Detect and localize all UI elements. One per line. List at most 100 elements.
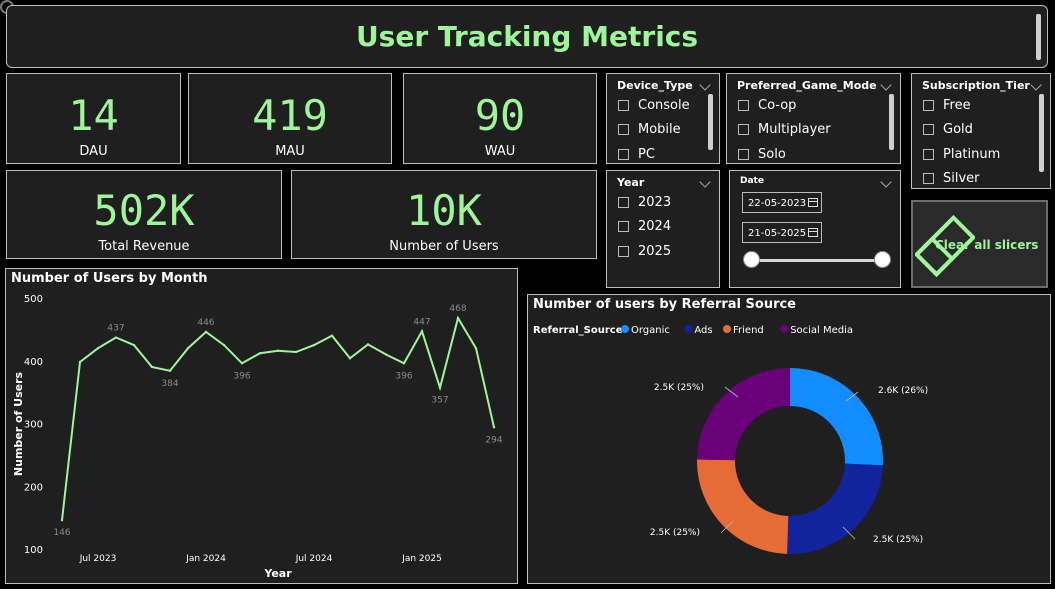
donut-slice	[787, 463, 883, 554]
kpi-value: 419	[252, 91, 328, 140]
kpi-label: MAU	[275, 144, 305, 159]
date-range-track	[752, 259, 884, 262]
legend-swatch	[621, 325, 629, 333]
title-scrollbar[interactable]	[1036, 14, 1041, 60]
clear-all-slicers-button[interactable]: Clear all slicers	[911, 200, 1048, 288]
slicer-option-multiplayer[interactable]: Multiplayer	[738, 122, 831, 137]
x-tick-label: Jan 2024	[185, 554, 226, 564]
slicer-option-2023[interactable]: 2023	[618, 195, 671, 210]
slicer-scrollbar[interactable]	[1039, 94, 1044, 172]
option-label: Free	[943, 98, 971, 113]
slicer-option-console[interactable]: Console	[618, 98, 690, 113]
chevron-down-icon[interactable]	[699, 79, 711, 91]
slicer-option-silver[interactable]: Silver	[923, 171, 980, 186]
slicer-option-pc[interactable]: PC	[618, 147, 655, 162]
slicer-date: Date 22-05-2023 21-05-2025	[729, 170, 901, 288]
chevron-down-icon[interactable]	[1030, 79, 1042, 91]
date-range-start-handle[interactable]	[743, 251, 760, 268]
slicer-title: Date	[740, 176, 764, 186]
data-point	[168, 369, 172, 372]
calendar-icon[interactable]	[808, 198, 818, 207]
slicer-title: Subscription_Tier	[922, 79, 1030, 92]
data-point	[294, 350, 298, 354]
checkbox[interactable]	[738, 100, 749, 111]
kpi-label: Number of Users	[389, 239, 499, 254]
data-point	[204, 330, 208, 334]
donut-chart-svg: Referral_Source Organic Ads Friend Social Me…	[533, 325, 928, 554]
checkbox[interactable]	[618, 149, 629, 160]
data-point	[420, 330, 424, 333]
option-label: PC	[638, 147, 655, 162]
slicer-option-2024[interactable]: 2024	[618, 219, 671, 234]
date-start-input[interactable]: 22-05-2023	[742, 192, 822, 213]
data-label: 384	[161, 379, 178, 389]
checkbox[interactable]	[618, 221, 629, 232]
legend-label: Friend	[733, 325, 764, 336]
kpi-card-mau: 419 MAU	[188, 73, 392, 164]
slicer-title: Preferred_Game_Mode	[737, 79, 877, 92]
data-point	[114, 336, 118, 339]
slicer-option-platinum[interactable]: Platinum	[923, 147, 1000, 162]
slicer-option-2025[interactable]: 2025	[618, 244, 671, 259]
legend-swatch	[723, 325, 731, 333]
option-label: 2025	[638, 244, 672, 259]
data-point	[96, 347, 100, 350]
checkbox[interactable]	[923, 100, 934, 111]
chevron-down-icon[interactable]	[880, 79, 892, 91]
kpi-value: 14	[68, 91, 119, 140]
data-label: 357	[431, 396, 448, 406]
kpi-card-users: 10K Number of Users	[291, 170, 597, 259]
checkbox[interactable]	[618, 246, 629, 257]
date-end-input[interactable]: 21-05-2025	[742, 222, 822, 243]
calendar-icon[interactable]	[808, 228, 818, 237]
slicer-device-type: Device_Type Console Mobile PC	[606, 73, 720, 164]
checkbox[interactable]	[618, 100, 629, 111]
chevron-down-icon[interactable]	[880, 176, 892, 188]
data-point	[330, 334, 334, 337]
slicer-game-mode: Preferred_Game_Mode Co-op Multiplayer So…	[726, 73, 901, 164]
legend-label: Social Media	[790, 325, 853, 336]
checkbox[interactable]	[923, 124, 934, 135]
data-point	[348, 357, 352, 360]
slicer-option-mobile[interactable]: Mobile	[618, 122, 681, 137]
legend-swatch	[684, 325, 693, 333]
legend-swatch	[780, 325, 789, 333]
checkbox[interactable]	[618, 197, 629, 208]
line-chart-svg: 100 200 300 400 500 Jul 2023 Jan 2024 Jul 2024 J…	[12, 294, 503, 580]
chevron-down-icon[interactable]	[699, 176, 711, 188]
x-tick-label: Jul 2024	[295, 554, 333, 564]
slicer-option-solo[interactable]: Solo	[738, 147, 786, 162]
data-label: 2.5K (25%)	[654, 383, 704, 393]
option-label: 2024	[638, 219, 672, 234]
donut-slice	[697, 459, 789, 554]
slicer-option-coop[interactable]: Co-op	[738, 98, 796, 113]
slicer-title: Year	[617, 176, 645, 189]
checkbox[interactable]	[618, 124, 629, 135]
slicer-option-free[interactable]: Free	[923, 98, 971, 113]
x-tick-label: Jan 2025	[401, 554, 442, 564]
option-label: Platinum	[943, 147, 1001, 162]
kpi-value: 10K	[406, 186, 482, 235]
kpi-card-revenue: 502K Total Revenue	[6, 170, 282, 259]
data-label: 396	[395, 371, 412, 381]
date-range-end-handle[interactable]	[874, 251, 891, 268]
data-point	[276, 349, 280, 352]
slicer-scrollbar[interactable]	[708, 94, 713, 150]
data-label: 146	[53, 528, 70, 538]
data-point	[186, 347, 190, 350]
option-label: Mobile	[638, 122, 681, 137]
option-label: Gold	[943, 122, 973, 137]
checkbox[interactable]	[923, 149, 934, 160]
data-label: 447	[413, 317, 430, 327]
slicer-scrollbar[interactable]	[889, 94, 894, 150]
data-point	[456, 316, 460, 320]
slicer-option-gold[interactable]: Gold	[923, 122, 973, 137]
clear-button-label: Clear all slicers	[935, 238, 1039, 252]
checkbox[interactable]	[738, 124, 749, 135]
checkbox[interactable]	[923, 173, 934, 184]
kpi-card-wau: 90 WAU	[403, 73, 597, 164]
checkbox[interactable]	[738, 149, 749, 160]
kpi-card-dau: 14 DAU	[6, 73, 181, 164]
data-point	[132, 343, 136, 347]
option-label: Silver	[943, 171, 980, 186]
